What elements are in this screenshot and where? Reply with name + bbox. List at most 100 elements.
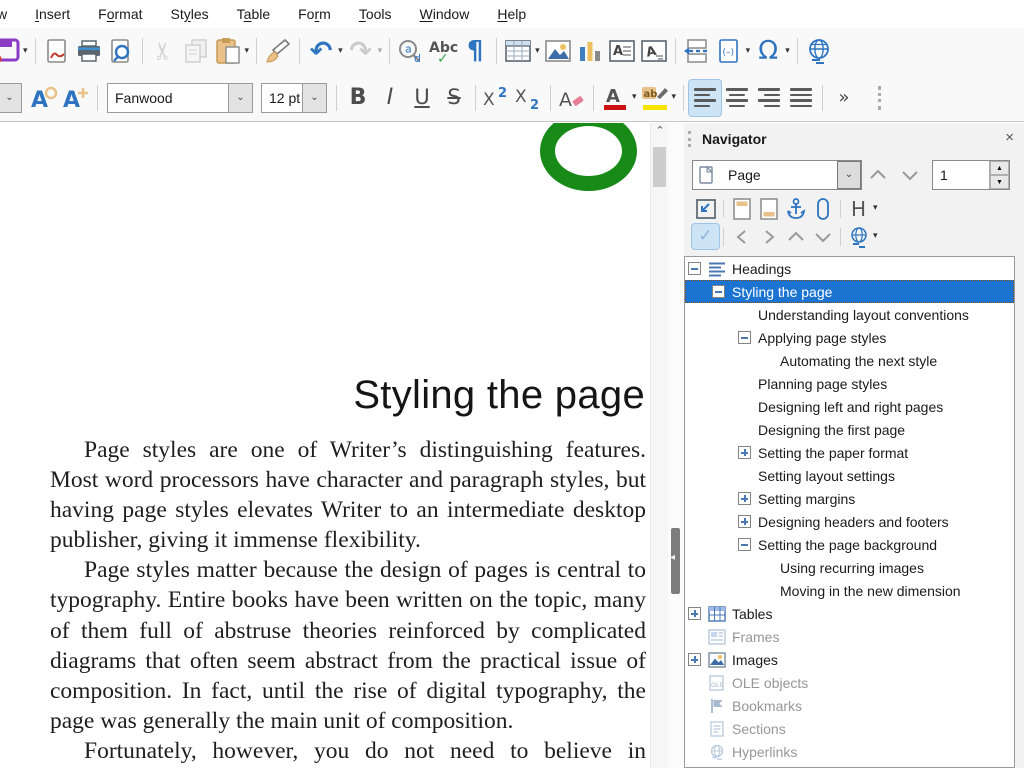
hlevel-dropdown-icon[interactable]: ▾ [873,204,878,213]
tree-item-bookmarks[interactable]: Bookmarks [685,694,1014,717]
spin-down-icon[interactable]: ▼ [990,175,1009,189]
toolbar-grip-icon[interactable] [860,80,892,116]
header-icon[interactable] [728,196,755,221]
menu-w[interactable]: w [0,2,21,27]
collapse-icon[interactable] [738,331,751,344]
collapse-icon[interactable] [688,262,701,275]
tree-item-styling-the-page[interactable]: Styling the page [685,280,1014,303]
dragglobe-icon[interactable] [845,224,872,249]
copy-icon[interactable] [180,33,212,69]
fontcolor-icon[interactable]: A [599,80,631,116]
document-canvas[interactable]: Styling the page Page styles are one of … [0,123,650,768]
underline-icon[interactable]: U [406,80,438,116]
master-icon[interactable] [692,196,719,221]
tree-item-sections[interactable]: Sections [685,717,1014,740]
anchor-icon[interactable] [782,196,809,221]
redo-dropdown-icon[interactable]: ▾ [378,47,383,56]
collapse-icon[interactable] [712,285,725,298]
save-dropdown-icon[interactable]: ▾ [23,47,28,56]
alignright-icon[interactable] [753,80,785,116]
image-icon[interactable] [542,33,574,69]
table-dropdown-icon[interactable]: ▾ [535,47,540,56]
fontcolor-dropdown-icon[interactable]: ▾ [632,93,637,102]
document-scrollbar[interactable]: ⌃ [650,123,668,768]
pdf-icon[interactable] [41,33,73,69]
splitter-handle[interactable] [671,528,680,594]
clone-icon[interactable] [262,33,294,69]
chevleft-icon[interactable] [728,224,755,249]
menu-help[interactable]: Help [483,2,540,27]
tree-item-setting-margins[interactable]: Setting margins [685,487,1014,510]
scroll-up-icon[interactable]: ⌃ [651,125,669,141]
chevup2-icon[interactable] [782,224,809,249]
expand-icon[interactable] [688,653,701,666]
expand-icon[interactable] [738,446,751,459]
close-icon[interactable]: × [1005,129,1014,146]
dragglobe-dropdown-icon[interactable]: ▾ [873,232,878,241]
spell-icon[interactable]: Abc✓ [427,33,459,69]
menu-format[interactable]: Format [84,2,156,27]
expand-icon[interactable] [738,515,751,528]
sidebar-splitter[interactable] [668,123,684,768]
highlight-dropdown-icon[interactable]: ▾ [672,93,677,102]
sub-icon[interactable]: X2 [513,80,545,116]
panel-grip-icon[interactable] [688,131,692,147]
find-icon[interactable]: ad [395,33,427,69]
expand-icon[interactable] [738,492,751,505]
menu-table[interactable]: Table [223,2,284,27]
tree-item-using-recurring-images[interactable]: Using recurring images [685,556,1014,579]
print-icon[interactable] [73,33,105,69]
globe-icon[interactable] [803,33,835,69]
paragraph-style-select[interactable]: ⌄ [0,83,22,113]
menu-tools[interactable]: Tools [345,2,406,27]
tree-item-setting-the-paper-format[interactable]: Setting the paper format [685,441,1014,464]
styleupd-icon[interactable]: A [28,80,60,116]
table-icon[interactable] [502,33,534,69]
tree-item-tables[interactable]: Tables [685,602,1014,625]
menu-form[interactable]: Form [284,2,345,27]
bold-icon[interactable]: B [342,80,374,116]
paste-icon[interactable] [212,33,244,69]
tree-item-designing-headers-and-footers[interactable]: Designing headers and footers [685,510,1014,533]
toolbar-overflow-button[interactable]: » [828,80,860,116]
tree-item-applying-page-styles[interactable]: Applying page styles [685,326,1014,349]
sup-icon[interactable]: X2 [481,80,513,116]
alignleft-icon[interactable] [689,80,721,116]
stylenew-icon[interactable]: A [60,80,92,116]
omega-dropdown-icon[interactable]: ▾ [785,47,790,56]
chevdown2-icon[interactable] [809,224,836,249]
aligncenter-icon[interactable] [721,80,753,116]
previous-page-button[interactable] [862,160,894,190]
tree-item-setting-layout-settings[interactable]: Setting layout settings [685,464,1014,487]
tree-item-setting-the-page-background[interactable]: Setting the page background [685,533,1014,556]
highlight-icon[interactable]: ab [639,80,671,116]
alignjustify-icon[interactable] [785,80,817,116]
undo-dropdown-icon[interactable]: ▾ [338,47,343,56]
pagebreak-icon[interactable] [681,33,713,69]
tree-item-images[interactable]: Images [685,648,1014,671]
navigate-by-select[interactable]: Page ⌄ [692,160,862,190]
omega-icon[interactable]: Ω [752,33,784,69]
tree-item-designing-left-and-right-pages[interactable]: Designing left and right pages [685,395,1014,418]
tree-item-headings[interactable]: Headings [685,257,1014,280]
collapse-icon[interactable] [738,538,751,551]
reminder-icon[interactable] [809,196,836,221]
italic-icon[interactable]: I [374,80,406,116]
next-page-button[interactable] [894,160,926,190]
tree-item-hyperlinks[interactable]: Hyperlinks [685,740,1014,763]
menu-styles[interactable]: Styles [157,2,223,27]
clear-icon[interactable]: A [556,80,588,116]
spin-up-icon[interactable]: ▲ [990,161,1009,175]
menu-window[interactable]: Window [406,2,484,27]
tree-item-automating-the-next-style[interactable]: Automating the next style [685,349,1014,372]
chart-icon[interactable] [574,33,606,69]
expand-icon[interactable] [688,607,701,620]
hlevel-icon[interactable]: H [845,196,872,221]
undo-icon[interactable]: ↶ [305,33,337,69]
field-icon[interactable]: (–) [713,33,745,69]
tree-item-designing-the-first-page[interactable]: Designing the first page [685,418,1014,441]
font-size-select[interactable]: 12 pt⌄ [261,83,327,113]
tree-item-partial[interactable] [685,763,1014,768]
chevron-down-icon[interactable]: ⌄ [837,161,861,189]
footer-icon[interactable] [755,196,782,221]
